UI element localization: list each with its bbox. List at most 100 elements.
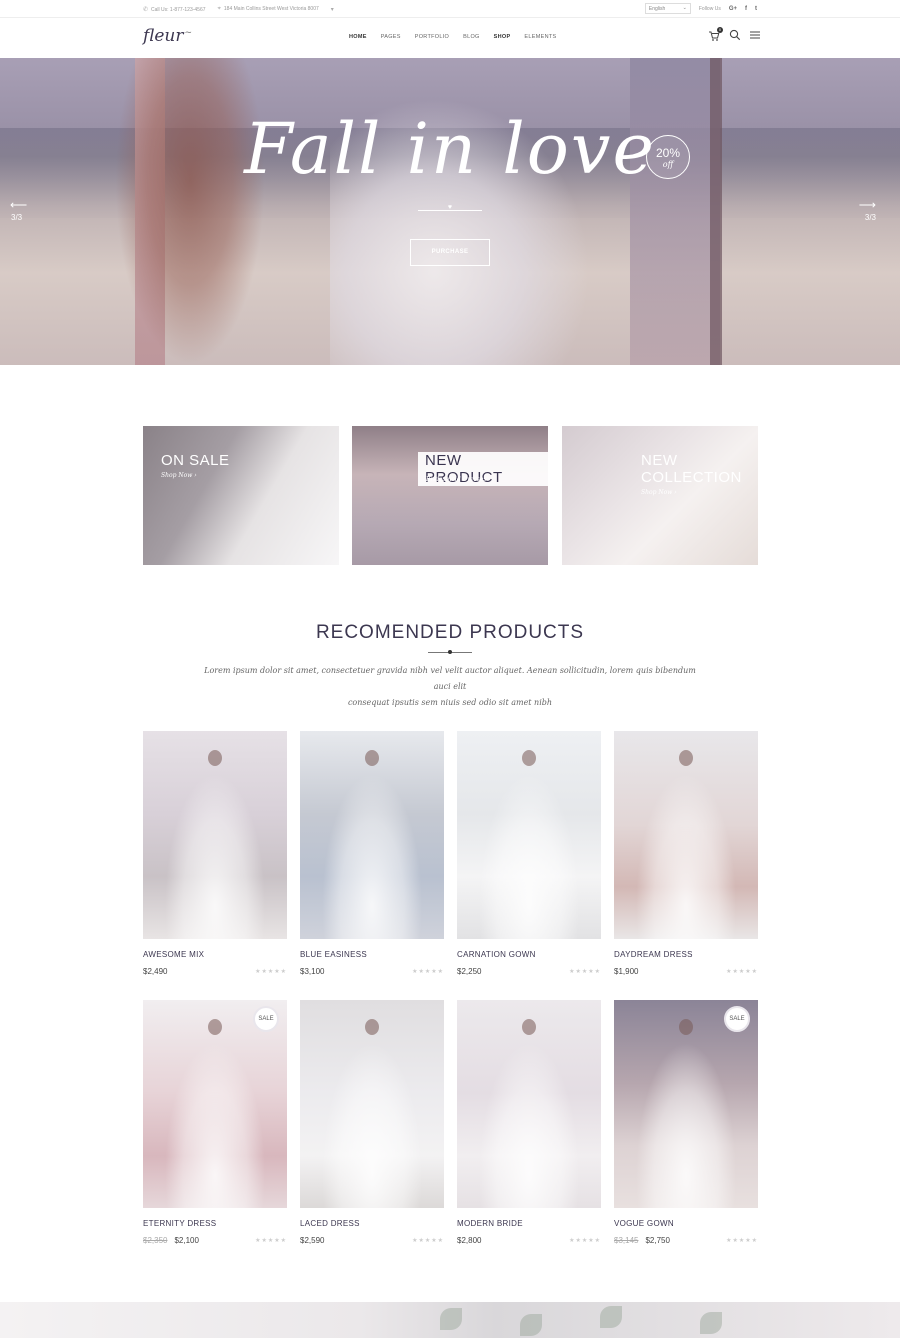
product-card[interactable]: LACED DRESS $2,590 ★★★★★ <box>300 1000 444 1245</box>
google-plus-icon[interactable]: G+ <box>729 6 737 12</box>
rating-stars: ★★★★★ <box>412 969 444 975</box>
product-figure <box>478 772 580 939</box>
product-figure <box>478 1041 580 1208</box>
nav-blog[interactable]: BLOG <box>463 34 479 40</box>
topbar-right: English ⌄ Follow Us G+ f t <box>644 3 757 14</box>
footer-image-strip <box>0 1302 900 1338</box>
product-price: $3,145 $2,750 <box>614 1236 670 1245</box>
slide-counter-right: 3/3 <box>864 213 876 222</box>
product-image[interactable] <box>143 731 287 939</box>
product-figure-head <box>679 749 693 766</box>
product-price: $1,900 <box>614 967 638 976</box>
menu-icon[interactable] <box>750 30 760 40</box>
section-desc-line2: consequat ipsutis sem niuis sed odio sit… <box>347 698 553 707</box>
promo-title-line1: NEW <box>641 452 678 469</box>
slide-counter-left: 3/3 <box>11 213 23 222</box>
hero-slider: Fall in love 20% off ♥ PURCHASE ⟵ 3/3 ⟶ … <box>0 58 900 365</box>
arrow-right-icon[interactable]: ⟶ <box>859 198 876 212</box>
product-image[interactable]: SALE <box>614 1000 758 1208</box>
rating-stars: ★★★★★ <box>255 969 287 975</box>
product-price: $2,250 <box>457 967 481 976</box>
product-price: $2,490 <box>143 967 167 976</box>
promo-new-product[interactable]: NEW PRODUCT Bridesmaid Dresses <box>352 426 548 565</box>
hero-post <box>710 58 722 365</box>
dropdown-icon[interactable]: ▾ <box>331 6 334 13</box>
product-name[interactable]: LACED DRESS <box>300 1219 360 1228</box>
discount-off: off <box>662 160 674 169</box>
rating-stars: ★★★★★ <box>255 1238 287 1244</box>
promo-on-sale[interactable]: ON SALE Shop Now › <box>143 426 339 565</box>
contact-address: ⌖ 184 Main Collins Street West Victoria 8… <box>218 6 319 13</box>
cart-button[interactable]: 0 <box>708 27 723 41</box>
product-name[interactable]: ETERNITY DRESS <box>143 1219 216 1228</box>
product-old-price: $2,350 <box>143 1236 168 1245</box>
product-image[interactable] <box>457 1000 601 1208</box>
product-card[interactable]: CARNATION GOWN $2,250 ★★★★★ <box>457 731 601 976</box>
nav-elements[interactable]: ELEMENTS <box>524 34 556 40</box>
product-card[interactable]: MODERN BRIDE $2,800 ★★★★★ <box>457 1000 601 1245</box>
section-desc-line1: Lorem ipsum dolor sit amet, consectetuer… <box>204 666 696 691</box>
language-value: English <box>648 6 666 12</box>
product-image[interactable]: SALE <box>143 1000 287 1208</box>
product-name[interactable]: MODERN BRIDE <box>457 1219 523 1228</box>
twitter-icon[interactable]: t <box>755 6 757 12</box>
main-header: fleur~ HOME PAGES PORTFOLIO BLOG SHOP EL… <box>0 18 900 58</box>
header-icons: 0 <box>708 27 760 41</box>
product-figure-head <box>522 1018 536 1035</box>
hero-plant <box>115 58 265 365</box>
cart-count-badge: 0 <box>717 27 723 33</box>
promo-subtitle: Bridesmaid Dresses <box>426 476 487 483</box>
product-image[interactable] <box>300 1000 444 1208</box>
product-card[interactable]: DAYDREAM DRESS $1,900 ★★★★★ <box>614 731 758 976</box>
product-figure <box>164 772 266 939</box>
product-figure <box>321 1041 423 1208</box>
product-name[interactable]: CARNATION GOWN <box>457 950 536 959</box>
product-name[interactable]: DAYDREAM DRESS <box>614 950 693 959</box>
product-card[interactable]: SALE VOGUE GOWN $3,145 $2,750 ★★★★★ <box>614 1000 758 1245</box>
nav-pages[interactable]: PAGES <box>381 34 401 40</box>
product-price: $2,350 $2,100 <box>143 1236 199 1245</box>
search-icon[interactable] <box>729 29 741 41</box>
nav-shop[interactable]: SHOP <box>494 34 511 40</box>
product-card[interactable]: AWESOME MIX $2,490 ★★★★★ <box>143 731 287 976</box>
discount-percent: 20% <box>655 146 681 160</box>
hero-curtain-right <box>630 58 720 365</box>
product-price: $2,590 <box>300 1236 324 1245</box>
product-card[interactable]: BLUE EASINESS $3,100 ★★★★★ <box>300 731 444 976</box>
arrow-left-icon[interactable]: ⟵ <box>10 198 27 212</box>
nav-home[interactable]: HOME <box>349 34 367 40</box>
product-image[interactable] <box>614 731 758 939</box>
promo-new-collection[interactable]: NEW COLLECTION Shop Now › <box>562 426 758 565</box>
hero-title: Fall in love <box>244 108 656 190</box>
main-nav: HOME PAGES PORTFOLIO BLOG SHOP ELEMENTS <box>349 34 556 40</box>
product-name[interactable]: VOGUE GOWN <box>614 1219 674 1228</box>
rating-stars: ★★★★★ <box>726 1238 758 1244</box>
contact-phone: ✆ Call Us: 1-877-123-4567 <box>143 6 206 13</box>
product-name[interactable]: BLUE EASINESS <box>300 950 367 959</box>
promo-link[interactable]: Shop Now › <box>641 489 677 496</box>
nav-portfolio[interactable]: PORTFOLIO <box>415 34 449 40</box>
logo[interactable]: fleur~ <box>143 26 192 46</box>
product-figure-head <box>208 749 222 766</box>
product-card[interactable]: SALE ETERNITY DRESS $2,350 $2,100 ★★★★★ <box>143 1000 287 1245</box>
promo-link[interactable]: Shop Now › <box>161 472 197 479</box>
discount-badge: 20% off <box>646 135 690 179</box>
purchase-button[interactable]: PURCHASE <box>410 239 490 266</box>
product-name[interactable]: AWESOME MIX <box>143 950 204 959</box>
section-title: RECOMENDED PRODUCTS <box>315 622 585 643</box>
sale-badge: SALE <box>253 1006 279 1032</box>
product-current-price: $2,490 <box>143 967 168 976</box>
product-image[interactable] <box>457 731 601 939</box>
product-figure-head <box>208 1018 222 1035</box>
chevron-down-icon: ⌄ <box>682 5 687 11</box>
language-select[interactable]: English ⌄ <box>644 3 691 14</box>
product-image[interactable] <box>300 731 444 939</box>
product-current-price: $2,750 <box>645 1236 670 1245</box>
product-figure <box>635 1041 737 1208</box>
heart-icon: ♥ <box>447 204 453 211</box>
address-text: 184 Main Collins Street West Victoria 80… <box>223 6 319 12</box>
product-figure-head <box>522 749 536 766</box>
product-figure-head <box>365 1018 379 1035</box>
facebook-icon[interactable]: f <box>745 6 747 12</box>
phone-icon: ✆ <box>143 7 149 13</box>
